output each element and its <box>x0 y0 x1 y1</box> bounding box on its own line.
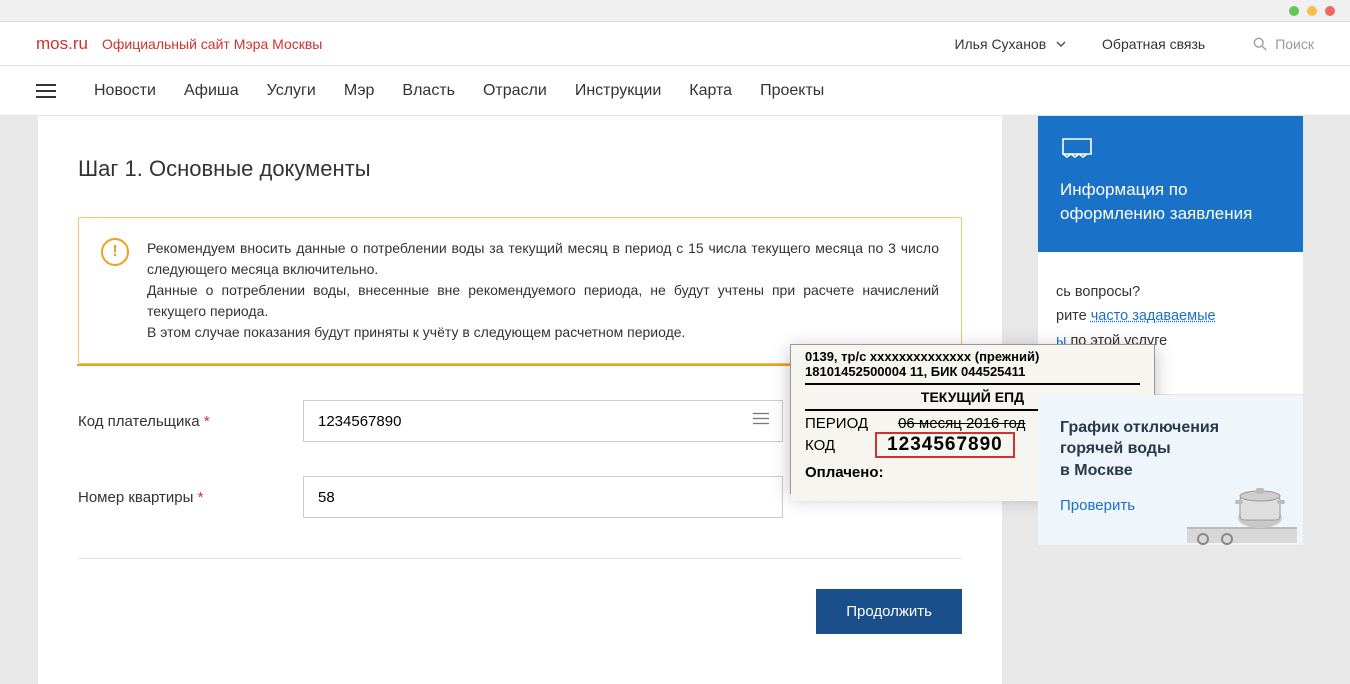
chevron-down-icon <box>1056 34 1066 50</box>
window-close-icon[interactable] <box>1325 6 1335 16</box>
nav-map[interactable]: Карта <box>689 82 732 100</box>
nav-branches[interactable]: Отрасли <box>483 82 547 100</box>
info-icon: ! <box>101 238 129 266</box>
menu-icon[interactable] <box>36 84 56 98</box>
sidebar-info-title: Информация по оформлению заявления <box>1060 178 1281 226</box>
nav-instructions[interactable]: Инструкции <box>575 82 661 100</box>
notice-box: ! Рекомендуем вносить данные о потреблен… <box>78 217 962 364</box>
browser-chrome <box>0 0 1350 22</box>
pot-icon <box>1231 470 1289 535</box>
continue-button[interactable]: Продолжить <box>816 589 962 634</box>
payer-code-label: Код плательщика * <box>78 413 303 430</box>
nav-mayor[interactable]: Мэр <box>344 82 375 100</box>
main-nav: Новости Афиша Услуги Мэр Власть Отрасли … <box>0 66 1350 116</box>
receipt-account: 0139, тр/с хххххххххххххх (прежний) <box>805 349 1140 364</box>
form-panel: Шаг 1. Основные документы ! Рекомендуем … <box>38 116 1002 684</box>
faq-link[interactable]: часто задаваемые <box>1091 308 1216 324</box>
topbar: mos.ru Официальный сайт Мэра Москвы Илья… <box>0 22 1350 66</box>
sidebar-promo: График отключения горячей воды в Москве … <box>1038 395 1303 545</box>
window-minimize-icon[interactable] <box>1289 6 1299 16</box>
form-divider <box>78 558 962 559</box>
user-menu[interactable]: Илья Суханов <box>954 36 1066 52</box>
document-icon <box>1060 136 1281 164</box>
apartment-input[interactable] <box>303 476 783 518</box>
nav-news[interactable]: Новости <box>94 82 156 100</box>
nav-projects[interactable]: Проекты <box>760 82 824 100</box>
nav-authority[interactable]: Власть <box>402 82 455 100</box>
nav-events[interactable]: Афиша <box>184 82 239 100</box>
feedback-link[interactable]: Обратная связь <box>1102 36 1205 52</box>
search-placeholder: Поиск <box>1275 36 1314 52</box>
receipt-paid-label: Оплачено: <box>805 464 884 481</box>
payer-code-input[interactable] <box>303 400 783 442</box>
notice-text: Рекомендуем вносить данные о потреблении… <box>147 238 939 343</box>
brand-name[interactable]: mos.ru <box>36 34 88 54</box>
receipt-code-highlight: 1234567890 <box>875 432 1015 458</box>
apartment-label: Номер квартиры * <box>78 489 303 506</box>
search[interactable]: Поиск <box>1253 36 1314 52</box>
nav-services[interactable]: Услуги <box>267 82 316 100</box>
receipt-bank: 18101452500004 11, БИК 044525411 <box>805 364 1140 379</box>
sidebar-info-box[interactable]: Информация по оформлению заявления <box>1038 116 1303 252</box>
sidebar: Информация по оформлению заявления сь во… <box>1038 116 1303 545</box>
search-icon <box>1253 37 1267 51</box>
window-maximize-icon[interactable] <box>1307 6 1317 16</box>
brand-tagline: Официальный сайт Мэра Москвы <box>102 36 322 52</box>
lookup-icon[interactable] <box>753 412 769 431</box>
user-name: Илья Суханов <box>954 36 1046 52</box>
step-title: Шаг 1. Основные документы <box>78 156 962 182</box>
